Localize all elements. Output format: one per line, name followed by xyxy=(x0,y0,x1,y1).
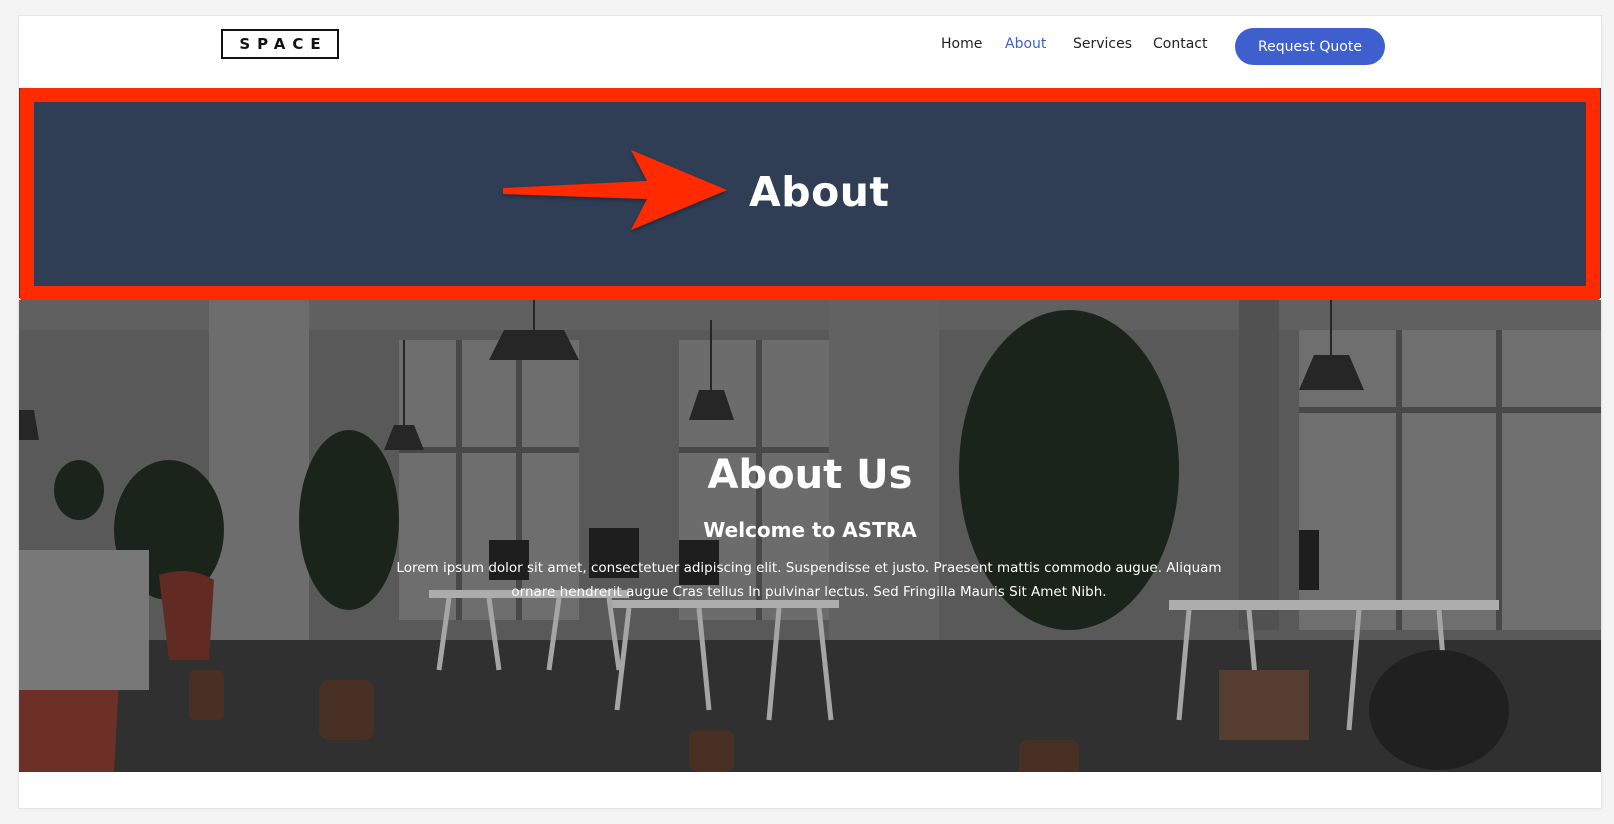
nav-link-about[interactable]: About xyxy=(1005,36,1046,56)
site-header: SPACE Home About Services Contact Reques… xyxy=(19,16,1601,88)
page-frame: SPACE Home About Services Contact Reques… xyxy=(19,16,1601,808)
nav-link-contact[interactable]: Contact xyxy=(1153,36,1207,56)
hero-section: About Us Welcome to ASTRA Lorem ipsum do… xyxy=(19,300,1601,772)
request-quote-button[interactable]: Request Quote xyxy=(1235,28,1385,65)
page-title-banner: About xyxy=(19,88,1601,298)
hero-body-text: Lorem ipsum dolor sit amet, consectetuer… xyxy=(396,560,1222,600)
hero-heading: About Us xyxy=(707,452,913,498)
annotation-arrow-icon xyxy=(503,150,727,230)
hero-subheading: Welcome to ASTRA xyxy=(703,518,917,542)
nav-link-services[interactable]: Services xyxy=(1073,36,1132,56)
nav-link-home[interactable]: Home xyxy=(941,36,982,56)
page-title: About xyxy=(749,168,890,216)
site-logo[interactable]: SPACE xyxy=(221,29,339,59)
